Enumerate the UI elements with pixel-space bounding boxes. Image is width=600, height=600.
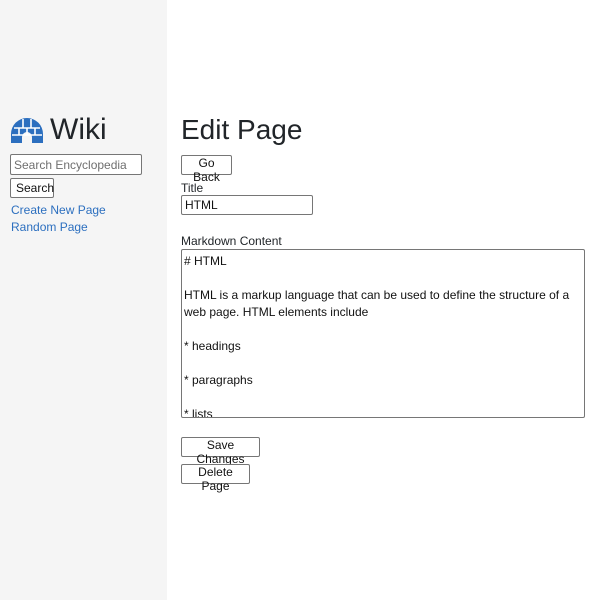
go-back-button[interactable]: Go Back: [181, 155, 232, 184]
markdown-content-label: Markdown Content: [181, 234, 282, 248]
random-page-link[interactable]: Random Page: [11, 220, 88, 234]
igloo-icon: [10, 117, 44, 144]
markdown-content-textarea[interactable]: # HTML HTML is a markup language that ca…: [181, 249, 585, 418]
save-changes-button[interactable]: Save Changes: [181, 437, 260, 466]
search-button[interactable]: Search: [10, 178, 54, 198]
title-input[interactable]: [181, 195, 313, 215]
search-input[interactable]: [10, 154, 142, 175]
page-title: Edit Page: [181, 114, 303, 145]
site-title: Wiki: [50, 113, 107, 146]
create-new-page-link[interactable]: Create New Page: [11, 203, 106, 217]
brand[interactable]: Wiki: [10, 112, 107, 148]
page: Wiki Search Create New Page Random Page …: [0, 0, 600, 600]
sidebar: Wiki Search Create New Page Random Page: [0, 0, 167, 600]
title-label: Title: [181, 181, 204, 195]
delete-page-button[interactable]: Delete Page: [181, 464, 250, 493]
